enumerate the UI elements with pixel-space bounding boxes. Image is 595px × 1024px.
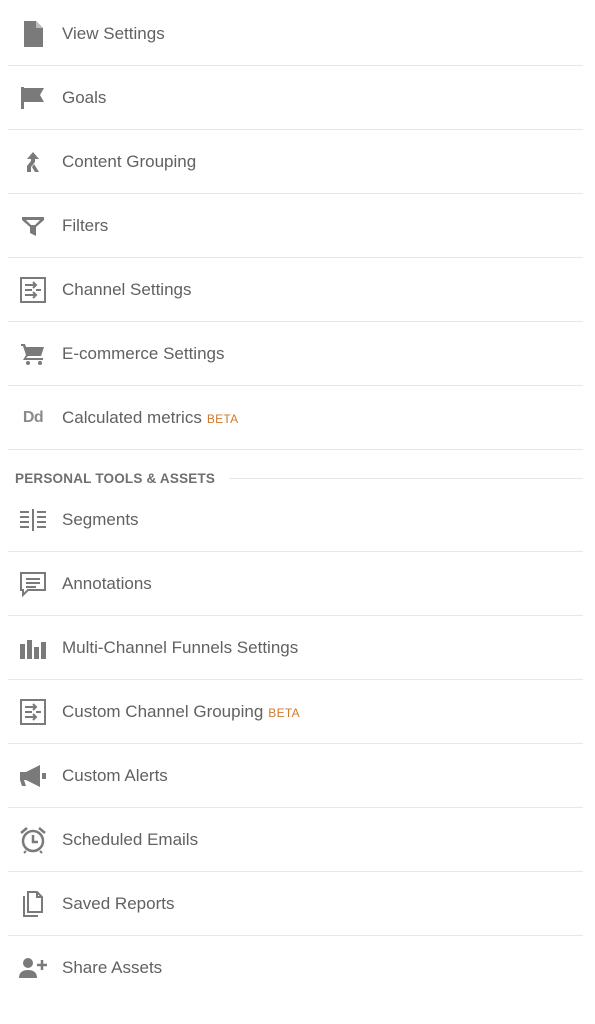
menu-item-scheduled-emails[interactable]: Scheduled Emails [8,808,583,872]
menu-item-label: Share Assets [62,958,163,977]
alarm-clock-icon [16,826,50,854]
merge-icon [16,148,50,176]
menu-item-label: Multi-Channel Funnels Settings [62,637,299,657]
menu-item-label: View Settings [62,23,165,43]
filter-icon [16,212,50,240]
menu-item-label: Calculated metrics BETA [62,407,239,427]
menu-item-annotations[interactable]: Annotations [8,552,583,616]
menu-item-label: Annotations [62,573,152,593]
menu-item-goals[interactable]: Goals [8,66,583,130]
beta-badge: BETA [206,411,239,426]
menu-item-label: Filters [62,215,109,235]
menu-item-multi-channel-funnels-settings[interactable]: Multi-Channel Funnels Settings [8,616,583,680]
menu-item-label: Saved Reports [62,893,175,913]
menu-item-label: Goals [62,87,107,107]
section-header-personal-tools: PERSONAL TOOLS & ASSETS [15,466,583,490]
menu-item-channel-settings[interactable]: Channel Settings [8,258,583,322]
menu-item-label: Scheduled Emails [62,829,199,849]
calculated-metrics-icon: Dd [22,408,44,426]
menu-item-saved-reports[interactable]: Saved Reports [8,872,583,936]
documents-icon [16,890,50,918]
megaphone-icon [16,762,50,790]
flag-icon [16,84,50,112]
beta-badge: BETA [268,705,300,720]
menu-item-label: Channel Settings [62,279,192,299]
menu-item-label: Content Grouping [62,151,197,171]
menu-item-segments[interactable]: Segments [8,488,583,552]
menu-item-custom-channel-grouping[interactable]: Custom Channel Grouping BETA [8,680,583,744]
section-title: PERSONAL TOOLS & ASSETS [15,470,216,486]
segments-icon [16,506,50,534]
menu-item-label: Custom Alerts [62,765,168,785]
channel-grouping-icon [16,698,50,726]
menu-item-label: E-commerce Settings [62,343,225,363]
annotation-icon [16,570,50,598]
menu-item-custom-alerts[interactable]: Custom Alerts [8,744,583,808]
menu-item-share-assets[interactable]: Share Assets [8,936,583,1000]
menu-item-view-settings[interactable]: View Settings [8,2,583,66]
channel-settings-icon [16,276,50,304]
menu-item-label: Segments [62,509,139,529]
file-icon [16,20,50,48]
add-person-icon [16,954,50,982]
menu-item-ecommerce-settings[interactable]: E-commerce Settings [8,322,583,386]
menu-item-calculated-metrics[interactable]: Dd Calculated metrics BETA [8,386,583,450]
cart-icon [16,340,50,368]
section-divider [229,477,583,479]
menu-item-label: Custom Channel Grouping BETA [62,701,300,721]
bar-chart-icon [16,634,50,662]
menu-item-filters[interactable]: Filters [8,194,583,258]
menu-item-content-grouping[interactable]: Content Grouping [8,130,583,194]
